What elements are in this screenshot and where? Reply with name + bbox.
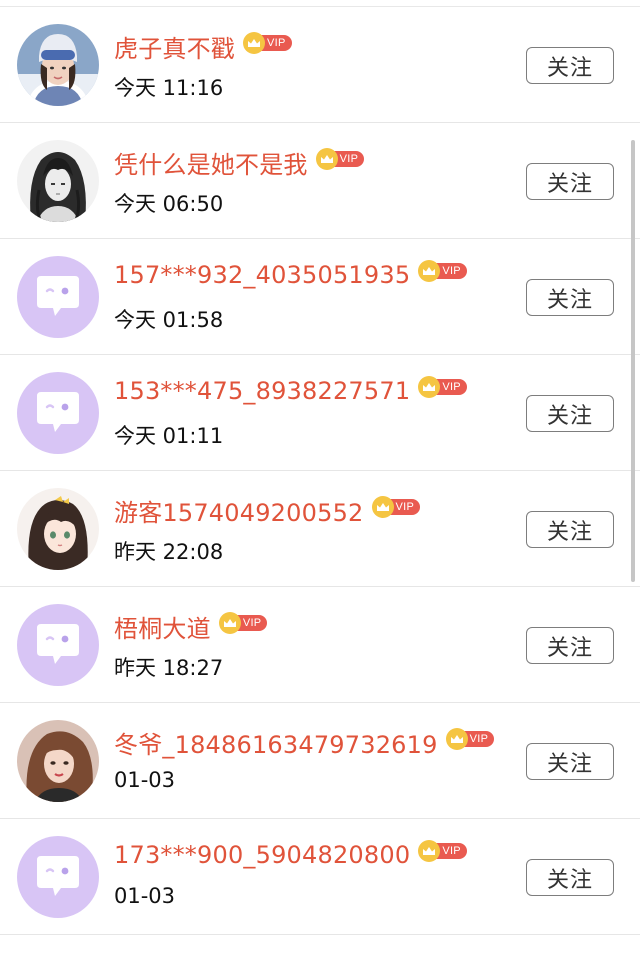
default-chat-bubble-icon: [17, 604, 99, 686]
vip-badge: VIP: [243, 31, 292, 54]
avatar[interactable]: [17, 24, 99, 106]
vip-badge: VIP: [418, 260, 467, 282]
vip-badge: VIP: [315, 147, 365, 170]
crown-icon: [445, 727, 468, 750]
avatar[interactable]: [17, 140, 99, 222]
visit-time: 今天 01:11: [114, 424, 224, 448]
list-item[interactable]: 凭什么是她不是我 VIP 今天 06:50 关注: [0, 123, 640, 239]
follow-button[interactable]: 关注: [526, 511, 614, 548]
visit-time: 今天 06:50: [114, 192, 224, 216]
list-item[interactable]: 153***475_8938227571 VIP 今天 01:11 关注: [0, 355, 640, 471]
visit-time: 今天 01:58: [114, 308, 224, 332]
follow-button[interactable]: 关注: [526, 743, 614, 780]
name-line: 虎子真不戳 VIP: [114, 29, 292, 64]
user-name[interactable]: 梧桐大道: [114, 609, 211, 644]
user-name[interactable]: 157***932_4035051935: [114, 261, 410, 289]
vip-badge: VIP: [418, 840, 467, 862]
vip-badge: VIP: [218, 611, 268, 634]
list-item[interactable]: 157***932_4035051935 VIP 今天 01:58 关注: [0, 239, 640, 355]
crown-icon: [315, 147, 338, 170]
crown-icon: [218, 611, 241, 634]
follow-button[interactable]: 关注: [526, 859, 614, 896]
user-name[interactable]: 173***900_5904820800: [114, 841, 410, 869]
visit-time: 昨天 18:27: [114, 656, 224, 680]
name-line: 173***900_5904820800 VIP: [114, 840, 467, 869]
default-chat-bubble-icon: [17, 836, 99, 918]
default-chat-bubble-icon: [17, 256, 99, 338]
avatar[interactable]: [17, 836, 99, 918]
list-item[interactable]: 游客1574049200552 VIP 昨天 22:08 关注: [0, 471, 640, 587]
follow-button[interactable]: 关注: [526, 163, 614, 200]
followers-page: 虎子真不戳 VIP 今天 11:16 关注 凭什么是她不是我 VIP 今天 06…: [0, 0, 640, 960]
follow-button[interactable]: 关注: [526, 47, 614, 84]
user-name[interactable]: 冬爷_18486163479732619: [114, 725, 438, 760]
user-name[interactable]: 153***475_8938227571: [114, 377, 410, 405]
list-item[interactable]: 冬爷_18486163479732619 VIP 01-03 关注: [0, 703, 640, 819]
user-name[interactable]: 凭什么是她不是我: [114, 145, 308, 180]
vip-badge: VIP: [418, 376, 467, 398]
vip-badge: VIP: [371, 495, 421, 518]
name-line: 153***475_8938227571 VIP: [114, 376, 467, 405]
user-name[interactable]: 游客1574049200552: [114, 493, 364, 528]
vip-badge: VIP: [445, 727, 495, 750]
follow-button[interactable]: 关注: [526, 279, 614, 316]
follow-button[interactable]: 关注: [526, 395, 614, 432]
list-item[interactable]: 梧桐大道 VIP 昨天 18:27 关注: [0, 587, 640, 703]
list-item[interactable]: 虎子真不戳 VIP 今天 11:16 关注: [0, 7, 640, 123]
crown-icon: [243, 31, 265, 54]
visit-time: 今天 11:16: [114, 76, 224, 100]
name-line: 凭什么是她不是我 VIP: [114, 145, 365, 180]
avatar[interactable]: [17, 720, 99, 802]
avatar[interactable]: [17, 372, 99, 454]
visit-time: 昨天 22:08: [114, 540, 224, 564]
avatar[interactable]: [17, 604, 99, 686]
scrollbar[interactable]: [631, 140, 635, 582]
name-line: 157***932_4035051935 VIP: [114, 260, 467, 289]
visit-time: 01-03: [114, 884, 176, 908]
avatar[interactable]: [17, 256, 99, 338]
user-name[interactable]: 虎子真不戳: [114, 29, 235, 64]
default-chat-bubble-icon: [17, 372, 99, 454]
follow-button[interactable]: 关注: [526, 627, 614, 664]
name-line: 冬爷_18486163479732619 VIP: [114, 725, 495, 760]
list-item[interactable]: 173***900_5904820800 VIP 01-03 关注: [0, 819, 640, 935]
name-line: 游客1574049200552 VIP: [114, 493, 421, 528]
visit-time: 01-03: [114, 768, 176, 792]
name-line: 梧桐大道 VIP: [114, 609, 268, 644]
user-list: 虎子真不戳 VIP 今天 11:16 关注 凭什么是她不是我 VIP 今天 06…: [0, 7, 640, 935]
crown-icon: [371, 495, 394, 518]
avatar[interactable]: [17, 488, 99, 570]
